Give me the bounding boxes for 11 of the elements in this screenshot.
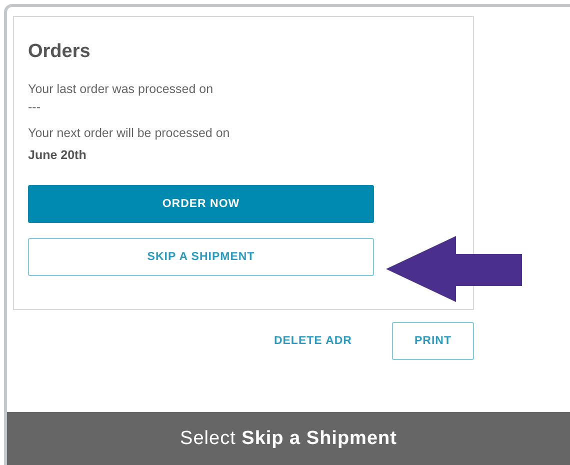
info-text: --- <box>28 99 42 115</box>
card-title: Orders <box>28 41 92 63</box>
arrow-icon <box>386 236 522 302</box>
caption-text: Select Skip a Shipment <box>180 428 397 450</box>
delete-link[interactable]: DELETE ADR <box>256 322 370 360</box>
print-button[interactable]: PRINT <box>392 322 474 360</box>
order-now-button[interactable]: ORDER NOW <box>28 185 374 223</box>
info-text: Your next order will be processed on <box>28 125 231 141</box>
info-text: June 20th <box>28 147 88 163</box>
info-text: Your last order was processed on <box>28 81 214 97</box>
skip-shipment-button[interactable]: SKIP A SHIPMENT <box>28 238 374 276</box>
